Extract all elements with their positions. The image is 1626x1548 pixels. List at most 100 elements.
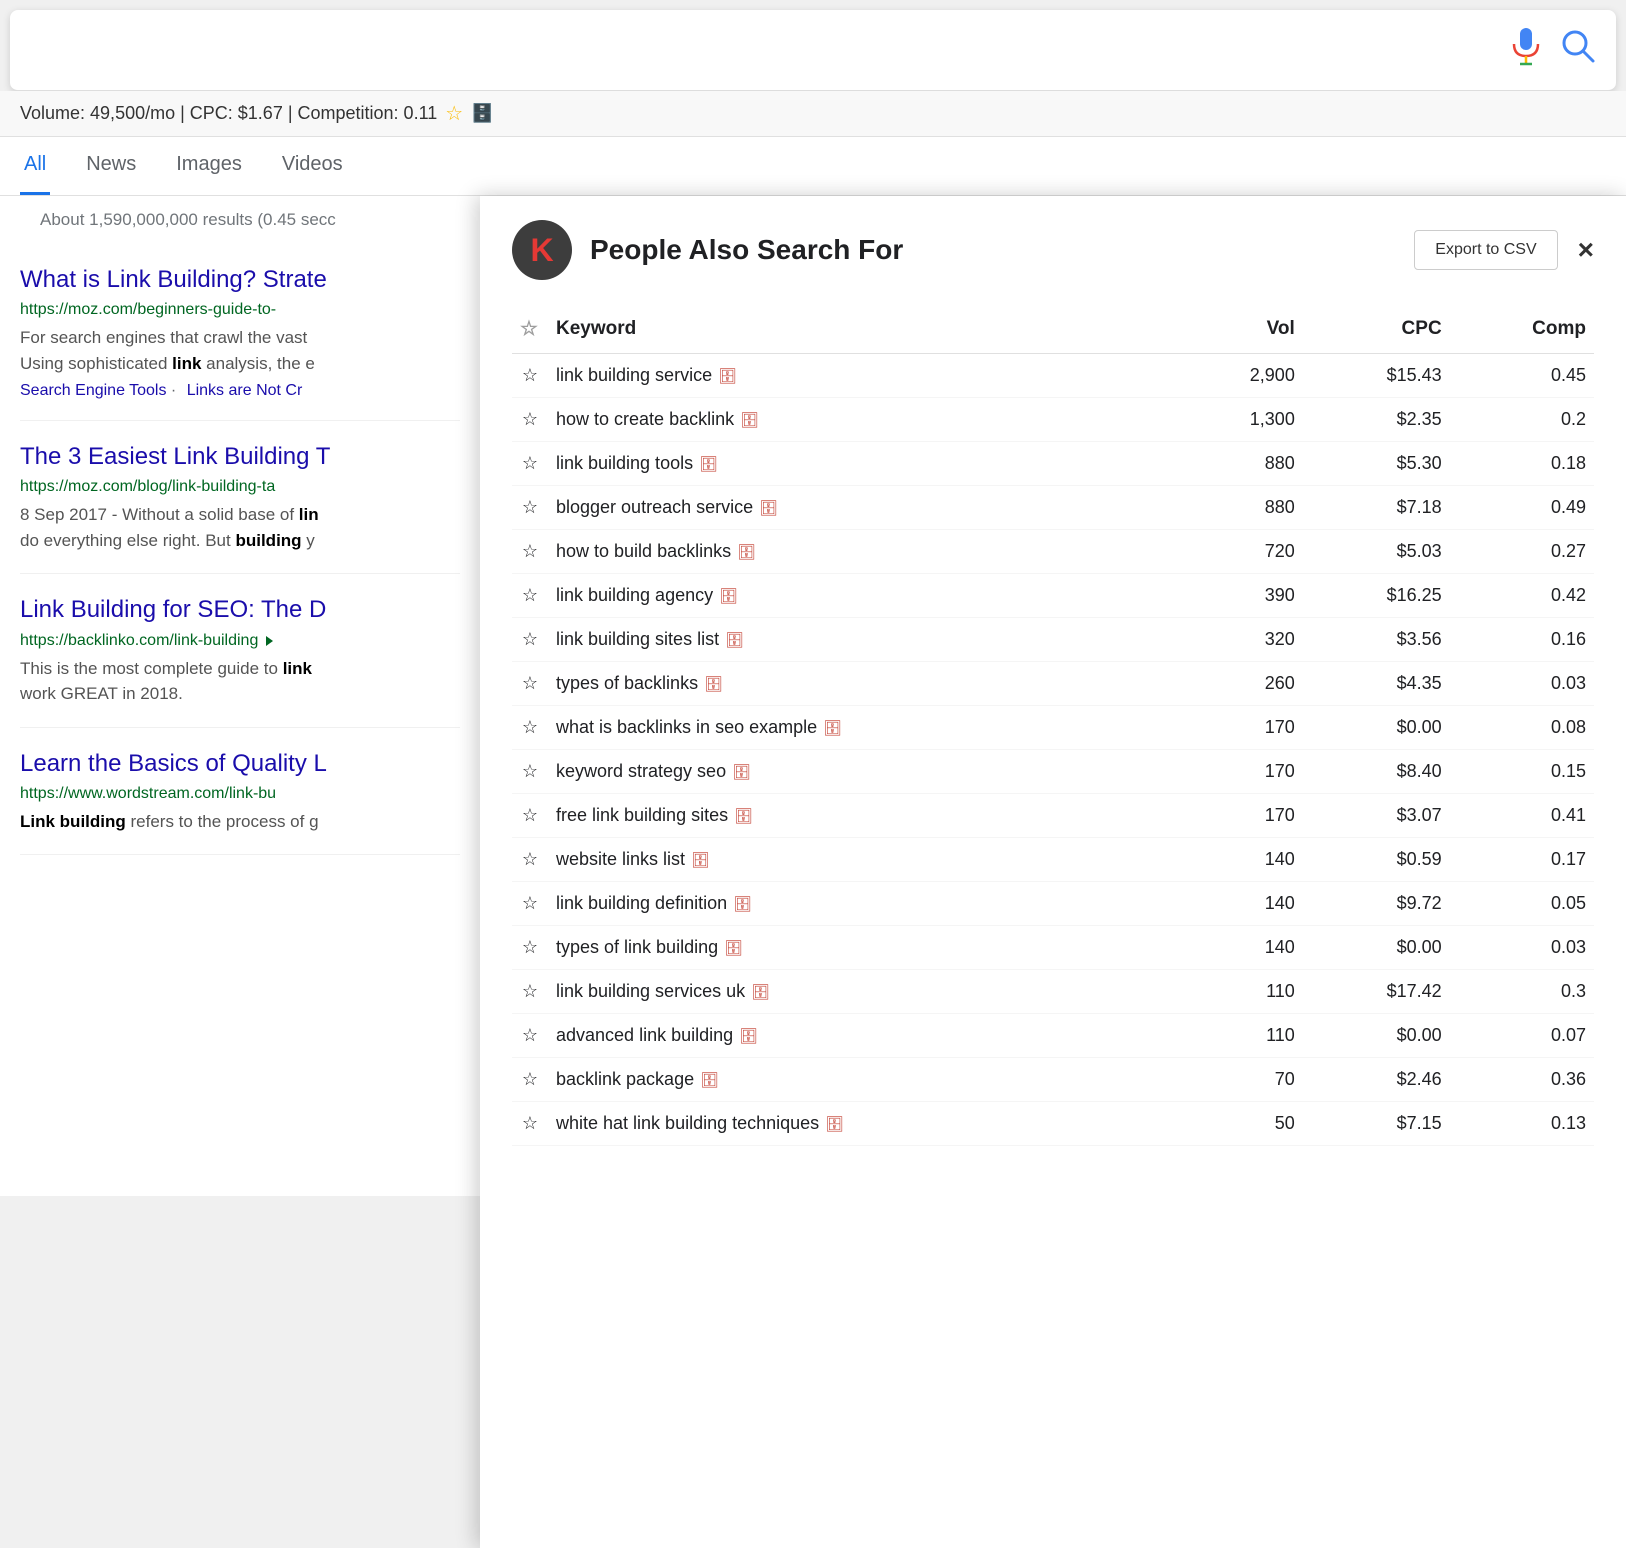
search-result: What is Link Building? Strate https://mo… [20,244,460,421]
result-title[interactable]: Learn the Basics of Quality L [20,748,460,779]
comp-cell: 0.17 [1450,838,1594,882]
vol-cell: 880 [1177,486,1303,530]
db-icon: 🗄 [737,544,756,561]
keyword-cell[interactable]: link building agency🗄 [548,574,1177,618]
keyword-cell[interactable]: link building tools🗄 [548,442,1177,486]
keyword-cell[interactable]: free link building sites🗄 [548,794,1177,838]
table-row: ☆white hat link building techniques🗄50$7… [512,1102,1594,1146]
result-desc: For search engines that crawl the vast U… [20,325,460,376]
vol-cell: 110 [1177,1014,1303,1058]
table-row: ☆types of backlinks🗄260$4.350.03 [512,662,1594,706]
db-icon: 🗄 [700,1072,719,1089]
star-header-icon: ☆ [520,318,538,340]
keyword-cell[interactable]: white hat link building techniques🗄 [548,1102,1177,1146]
keyword-cell[interactable]: types of backlinks🗄 [548,662,1177,706]
vol-cell: 140 [1177,882,1303,926]
star-cell[interactable]: ☆ [512,442,548,486]
star-cell[interactable]: ☆ [512,1014,548,1058]
comp-cell: 0.05 [1450,882,1594,926]
comp-cell: 0.15 [1450,750,1594,794]
keyword-col-header: Keyword [548,304,1177,354]
star-cell[interactable]: ☆ [512,838,548,882]
cpc-cell: $16.25 [1303,574,1450,618]
star-cell[interactable]: ☆ [512,882,548,926]
star-cell[interactable]: ☆ [512,970,548,1014]
keyword-cell[interactable]: backlink package🗄 [548,1058,1177,1102]
close-button[interactable]: × [1578,234,1594,266]
table-row: ☆keyword strategy seo🗄170$8.400.15 [512,750,1594,794]
db-icon: 🗄 [704,676,723,693]
cpc-cell: $4.35 [1303,662,1450,706]
keyword-cell[interactable]: link building definition🗄 [548,882,1177,926]
star-cell[interactable]: ☆ [512,574,548,618]
keyword-cell[interactable]: advanced link building🗄 [548,1014,1177,1058]
star-cell[interactable]: ☆ [512,1058,548,1102]
star-cell[interactable]: ☆ [512,618,548,662]
comp-cell: 0.42 [1450,574,1594,618]
table-row: ☆types of link building🗄140$0.000.03 [512,926,1594,970]
table-row: ☆advanced link building🗄110$0.000.07 [512,1014,1594,1058]
vol-cell: 70 [1177,1058,1303,1102]
table-row: ☆how to build backlinks🗄720$5.030.27 [512,530,1594,574]
results-count: About 1,590,000,000 results (0.45 secc [20,196,460,244]
export-csv-button[interactable]: Export to CSV [1414,230,1557,270]
cpc-cell: $9.72 [1303,882,1450,926]
result-links: Search Engine Tools · Links are Not Cr [20,382,460,400]
star-icon[interactable]: ☆ [445,101,463,126]
db-icon: 🗄 [751,984,770,1001]
keyword-cell[interactable]: link building sites list🗄 [548,618,1177,662]
star-cell[interactable]: ☆ [512,926,548,970]
keyword-cell[interactable]: blogger outreach service🗄 [548,486,1177,530]
mic-icon[interactable] [1510,26,1542,74]
star-cell[interactable]: ☆ [512,794,548,838]
search-result: Link Building for SEO: The D https://bac… [20,574,460,727]
table-row: ☆link building sites list🗄320$3.560.16 [512,618,1594,662]
db-icon: 🗄 [725,632,744,649]
star-cell[interactable]: ☆ [512,354,548,398]
table-row: ☆website links list🗄140$0.590.17 [512,838,1594,882]
tab-videos[interactable]: Videos [278,137,347,195]
comp-cell: 0.08 [1450,706,1594,750]
keyword-cell[interactable]: what is backlinks in seo example🗄 [548,706,1177,750]
star-cell[interactable]: ☆ [512,706,548,750]
keyword-cell[interactable]: keyword strategy seo🗄 [548,750,1177,794]
vol-cell: 390 [1177,574,1303,618]
star-cell[interactable]: ☆ [512,750,548,794]
result-desc: 8 Sep 2017 - Without a solid base of lin… [20,502,460,553]
table-row: ☆backlink package🗄70$2.460.36 [512,1058,1594,1102]
cpc-cell: $5.30 [1303,442,1450,486]
star-cell[interactable]: ☆ [512,486,548,530]
keyword-cell[interactable]: website links list🗄 [548,838,1177,882]
star-cell[interactable]: ☆ [512,662,548,706]
cpc-cell: $17.42 [1303,970,1450,1014]
comp-cell: 0.45 [1450,354,1594,398]
cpc-cell: $3.07 [1303,794,1450,838]
keyword-cell[interactable]: how to build backlinks🗄 [548,530,1177,574]
keyword-cell[interactable]: link building service🗄 [548,354,1177,398]
result-title[interactable]: Link Building for SEO: The D [20,594,460,625]
db-icon: 🗄 [719,588,738,605]
star-cell[interactable]: ☆ [512,398,548,442]
result-link[interactable]: Search Engine Tools [20,382,166,399]
keyword-cell[interactable]: types of link building🗄 [548,926,1177,970]
cpc-cell: $0.00 [1303,926,1450,970]
keyword-cell[interactable]: link building services uk🗄 [548,970,1177,1014]
star-cell[interactable]: ☆ [512,530,548,574]
result-link[interactable]: Links are Not Cr [187,382,303,399]
star-header: ☆ [512,304,548,354]
db-icon: 🗄 [724,940,743,957]
tab-all[interactable]: All [20,137,50,195]
result-title[interactable]: The 3 Easiest Link Building T [20,441,460,472]
tab-images[interactable]: Images [172,137,246,195]
tab-news[interactable]: News [82,137,140,195]
comp-cell: 0.27 [1450,530,1594,574]
result-title[interactable]: What is Link Building? Strate [20,264,460,295]
search-bar: link building [10,10,1616,91]
keyword-cell[interactable]: how to create backlink🗄 [548,398,1177,442]
search-input[interactable]: link building [30,34,1510,66]
comp-cell: 0.03 [1450,926,1594,970]
search-icon[interactable] [1560,28,1596,72]
panel-title-group: K People Also Search For [512,220,903,280]
search-result: The 3 Easiest Link Building T https://mo… [20,421,460,574]
star-cell[interactable]: ☆ [512,1102,548,1146]
